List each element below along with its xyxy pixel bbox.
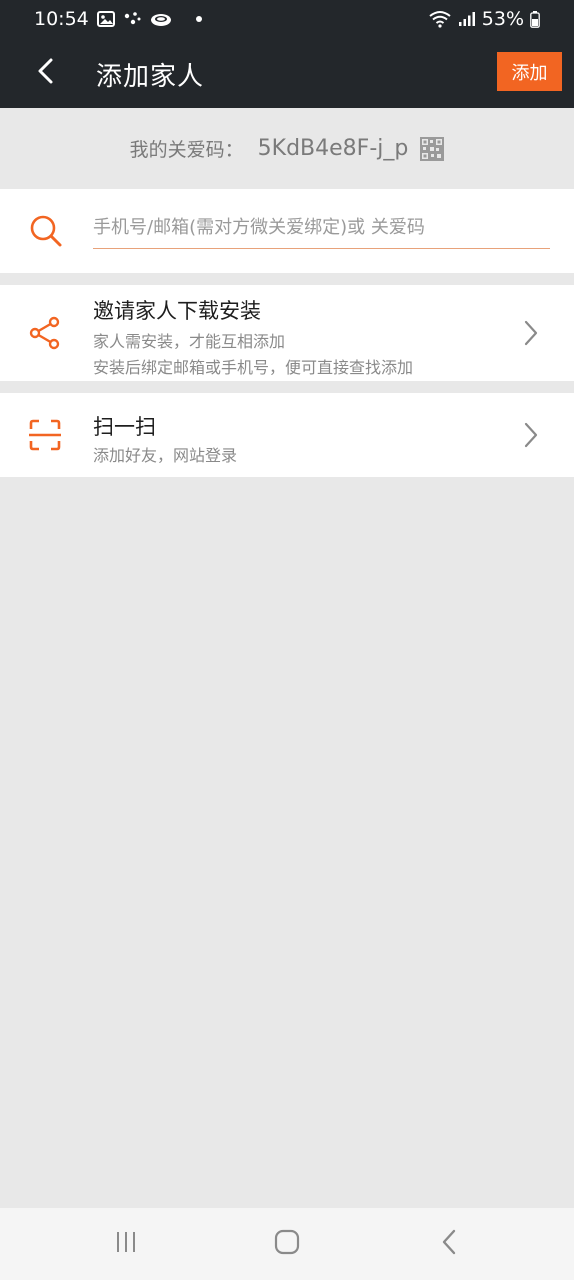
add-button[interactable]: 添加 — [497, 52, 562, 91]
scan-subtitle: 添加好友，网站登录 — [93, 446, 238, 465]
system-nav-bar — [0, 1208, 574, 1280]
gallery-icon — [96, 11, 115, 27]
chevron-right-icon — [524, 422, 538, 452]
home-icon — [274, 1229, 300, 1259]
app-bar: 添加家人 添加 — [0, 38, 574, 108]
qr-code-icon[interactable] — [420, 136, 445, 161]
back-arrow-icon — [36, 57, 56, 89]
home-button[interactable] — [272, 1229, 302, 1259]
signal-icon — [458, 11, 476, 27]
search-icon — [28, 213, 64, 253]
scan-title: 扫一扫 — [93, 415, 156, 439]
recent-apps-icon — [113, 1230, 139, 1258]
care-code-bar: 我的关爱码： 5KdB4e8F-j_p — [0, 108, 574, 189]
invite-subtitle-2: 安装后绑定邮箱或手机号，便可直接查找添加 — [93, 358, 414, 377]
invite-subtitle-1: 家人需安装，才能互相添加 — [93, 332, 286, 351]
back-icon — [440, 1228, 458, 1260]
invite-family-row[interactable]: 邀请家人下载安装 家人需安装，才能互相添加 安装后绑定邮箱或手机号，便可直接查找… — [0, 285, 574, 381]
status-left: 10:54 — [34, 8, 203, 30]
recent-apps-button[interactable] — [111, 1230, 141, 1258]
invite-title: 邀请家人下载安装 — [93, 299, 261, 323]
share-icon — [28, 316, 62, 354]
status-bar: 10:54 53% — [0, 0, 574, 38]
care-code-label: 我的关爱码： — [129, 139, 244, 161]
battery-percent: 53% — [481, 8, 524, 30]
scan-icon — [28, 418, 62, 456]
back-button[interactable] — [28, 55, 64, 91]
page-title: 添加家人 — [96, 62, 205, 92]
cloud-icon — [149, 11, 173, 27]
battery-icon — [530, 10, 540, 28]
status-right: 53% — [428, 8, 540, 30]
search-row — [0, 189, 574, 273]
wifi-icon — [428, 10, 452, 28]
search-input[interactable] — [93, 207, 550, 249]
status-time: 10:54 — [34, 8, 89, 30]
notification-dot-icon — [195, 15, 203, 23]
system-back-button[interactable] — [434, 1228, 464, 1260]
scan-row[interactable]: 扫一扫 添加好友，网站登录 — [0, 393, 574, 477]
dots-icon — [123, 11, 141, 27]
chevron-right-icon — [524, 320, 538, 350]
add-family-screen: 10:54 53% 添加家人 添加 我的关爱码： 5KdB4e8F-j_p 手机… — [0, 0, 574, 1280]
care-code-value: 5KdB4e8F-j_p — [257, 136, 409, 161]
